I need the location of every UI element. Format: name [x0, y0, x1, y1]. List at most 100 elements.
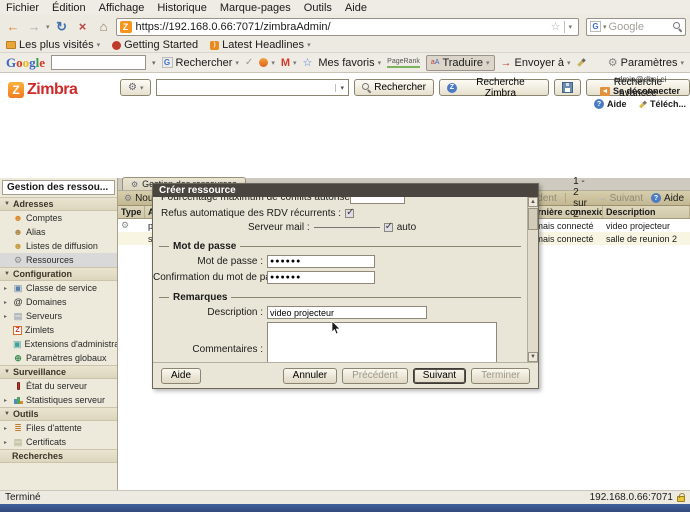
- search-history-dropdown-icon[interactable]: ▾: [335, 84, 348, 92]
- sidebar-section-configuration[interactable]: ▼ Configuration: [0, 267, 117, 281]
- gear-icon: ⚙: [124, 193, 132, 204]
- favorites-button[interactable]: Mes favoris ▾: [318, 57, 381, 69]
- sidebar-item-ressources[interactable]: ⚙ Ressources: [0, 253, 117, 267]
- stop-icon[interactable]: ×: [74, 18, 92, 36]
- logout-link[interactable]: ◄ Se déconnecter: [592, 86, 688, 96]
- sidebar-item-alias[interactable]: ☻ Alias: [0, 225, 117, 239]
- url-dropdown-icon[interactable]: ▾: [564, 21, 575, 33]
- sidebar-item-serveurs[interactable]: ▸ ▤ Serveurs: [0, 309, 117, 323]
- zimbra-search-input[interactable]: [157, 81, 335, 94]
- suivant-pager-button[interactable]: → Suivant: [597, 193, 643, 204]
- dialog-terminer-button[interactable]: Terminer: [471, 368, 530, 384]
- dialog-annuler-button[interactable]: Annuler: [283, 368, 337, 384]
- search-magnifier-icon[interactable]: [673, 22, 682, 31]
- browser-search-placeholder[interactable]: Google: [609, 21, 671, 33]
- dialog-aide-button[interactable]: Aide: [161, 368, 201, 384]
- equipment-resource-icon: ⚙: [121, 220, 129, 230]
- search-engine-dropdown-icon[interactable]: ▾: [603, 23, 607, 31]
- bookmark-getting-started[interactable]: Getting Started: [112, 39, 198, 51]
- browser-search-box[interactable]: G ▾ Google: [586, 18, 686, 36]
- arrow-right-icon: →: [597, 193, 607, 204]
- search-type-button[interactable]: ⚙ ▾: [120, 79, 151, 96]
- google-search-button[interactable]: G Rechercher ▾: [162, 57, 239, 69]
- max-conflicts-input[interactable]: [350, 197, 405, 204]
- search-engine-icon[interactable]: G: [590, 21, 601, 32]
- url-text[interactable]: https://192.168.0.66:7071/zimbraAdmin/: [136, 21, 547, 33]
- expand-arrow-icon[interactable]: ▸: [4, 285, 10, 292]
- confirm-password-input[interactable]: [267, 271, 375, 284]
- bookmark-star-icon[interactable]: ☆: [551, 20, 561, 33]
- dialog-precedent-button[interactable]: Précédent: [342, 368, 408, 384]
- person-icon: ☻: [13, 213, 23, 223]
- menu-edition[interactable]: Édition: [52, 2, 86, 14]
- translate-button[interactable]: aA Traduire ▾: [426, 55, 495, 71]
- dialog-title[interactable]: Créer ressource: [153, 184, 538, 197]
- sidebar-section-surveillance[interactable]: ▼ Surveillance: [0, 365, 117, 379]
- bookmark-most-visited[interactable]: Les plus visités ▾: [6, 39, 100, 51]
- history-dropdown-icon[interactable]: ▾: [46, 23, 50, 31]
- google-input-dropdown-icon[interactable]: ▾: [152, 59, 156, 67]
- sidebar-item-certificats[interactable]: ▸ ▤ Certificats: [0, 435, 117, 449]
- bookmark-latest-headlines[interactable]: ) Latest Headlines ▾: [210, 39, 310, 51]
- sidebar-item-statistiques-serveur[interactable]: ▸ Statistiques serveur: [0, 393, 117, 407]
- expand-arrow-icon[interactable]: ▸: [4, 313, 10, 320]
- menu-marque-pages[interactable]: Marque-pages: [220, 2, 291, 14]
- settings-button[interactable]: ⚙ Paramètres ▾: [608, 56, 684, 69]
- sidebar-section-recherches[interactable]: Recherches: [0, 449, 117, 463]
- sidebar-title: Gestion des ressou...: [2, 180, 115, 195]
- scroll-down-icon[interactable]: ▼: [528, 352, 538, 362]
- menu-aide[interactable]: Aide: [345, 2, 367, 14]
- expand-arrow-icon[interactable]: ▸: [4, 299, 10, 306]
- description-input[interactable]: [267, 306, 427, 319]
- bookmark-star-outline-icon[interactable]: ☆: [303, 56, 313, 69]
- sidebar-item-files-dattente[interactable]: ▸ ≣ Files d'attente: [0, 421, 117, 435]
- column-description[interactable]: Description: [603, 206, 690, 218]
- dialog-scrollbar[interactable]: ▲ ▼: [527, 197, 538, 362]
- chevron-down-icon: ▾: [271, 59, 275, 67]
- menu-historique[interactable]: Historique: [157, 2, 207, 14]
- sidebar-item-classe-de-service[interactable]: ▸ ▣ Classe de service: [0, 281, 117, 295]
- highlighter-icon[interactable]: [577, 58, 585, 66]
- sidebar-section-outils[interactable]: ▼ Outils: [0, 407, 117, 421]
- sidebar-item-parametres-globaux[interactable]: ⊕ Paramètres globaux: [0, 351, 117, 365]
- back-icon[interactable]: ←: [4, 18, 22, 36]
- scroll-up-icon[interactable]: ▲: [528, 197, 538, 207]
- send-to-button[interactable]: → Envoyer à ▾: [501, 57, 571, 69]
- home-icon[interactable]: ⌂: [95, 18, 113, 36]
- menu-outils[interactable]: Outils: [304, 2, 332, 14]
- spellcheck-icon[interactable]: ✓: [245, 57, 253, 68]
- cell-description: video projecteur: [603, 221, 690, 231]
- sidebar-item-comptes[interactable]: ☻ Comptes: [0, 211, 117, 225]
- google-search-input[interactable]: [51, 55, 146, 70]
- help-link[interactable]: ? Aide: [594, 99, 627, 109]
- sidebar-section-adresses[interactable]: ▼ Adresses: [0, 197, 117, 211]
- ssl-lock-icon[interactable]: [677, 496, 685, 502]
- reload-icon[interactable]: ↻: [53, 18, 71, 36]
- sidebar-item-extensions[interactable]: ▣ Extensions d'administration: [0, 337, 117, 351]
- expand-arrow-icon[interactable]: ▸: [4, 397, 10, 404]
- download-link[interactable]: Téléch...: [639, 99, 686, 109]
- auto-decline-checkbox[interactable]: [345, 209, 354, 218]
- sidebar-item-domaines[interactable]: ▸ @ Domaines: [0, 295, 117, 309]
- forward-icon[interactable]: →: [25, 18, 43, 36]
- sidebar-item-listes-de-diffusion[interactable]: ☻ Listes de diffusion: [0, 239, 117, 253]
- dialog-suivant-button[interactable]: Suivant: [413, 368, 466, 384]
- expand-arrow-icon[interactable]: ▸: [4, 425, 10, 432]
- save-search-button[interactable]: [554, 79, 581, 96]
- password-input[interactable]: [267, 255, 375, 268]
- sidebar-item-etat-du-serveur[interactable]: État du serveur: [0, 379, 117, 393]
- auto-server-checkbox[interactable]: [384, 223, 393, 232]
- recherche-zimbra-button[interactable]: Z Recherche Zimbra: [439, 79, 549, 96]
- comments-textarea[interactable]: [267, 322, 497, 362]
- aide-toolbar-button[interactable]: ? Aide: [651, 193, 684, 204]
- rechercher-button[interactable]: Rechercher: [354, 79, 434, 96]
- column-type[interactable]: Type: [118, 206, 145, 218]
- expand-arrow-icon[interactable]: ▸: [4, 439, 10, 446]
- menu-fichier[interactable]: Fichier: [6, 2, 39, 14]
- scrollbar-thumb[interactable]: [528, 208, 538, 230]
- gmail-button[interactable]: M ▾: [281, 57, 297, 69]
- firefox-button[interactable]: ▾: [259, 58, 275, 67]
- sidebar-item-zimlets[interactable]: Z Zimlets: [0, 323, 117, 337]
- url-bar[interactable]: Z https://192.168.0.66:7071/zimbraAdmin/…: [116, 18, 579, 36]
- menu-affichage[interactable]: Affichage: [99, 2, 145, 14]
